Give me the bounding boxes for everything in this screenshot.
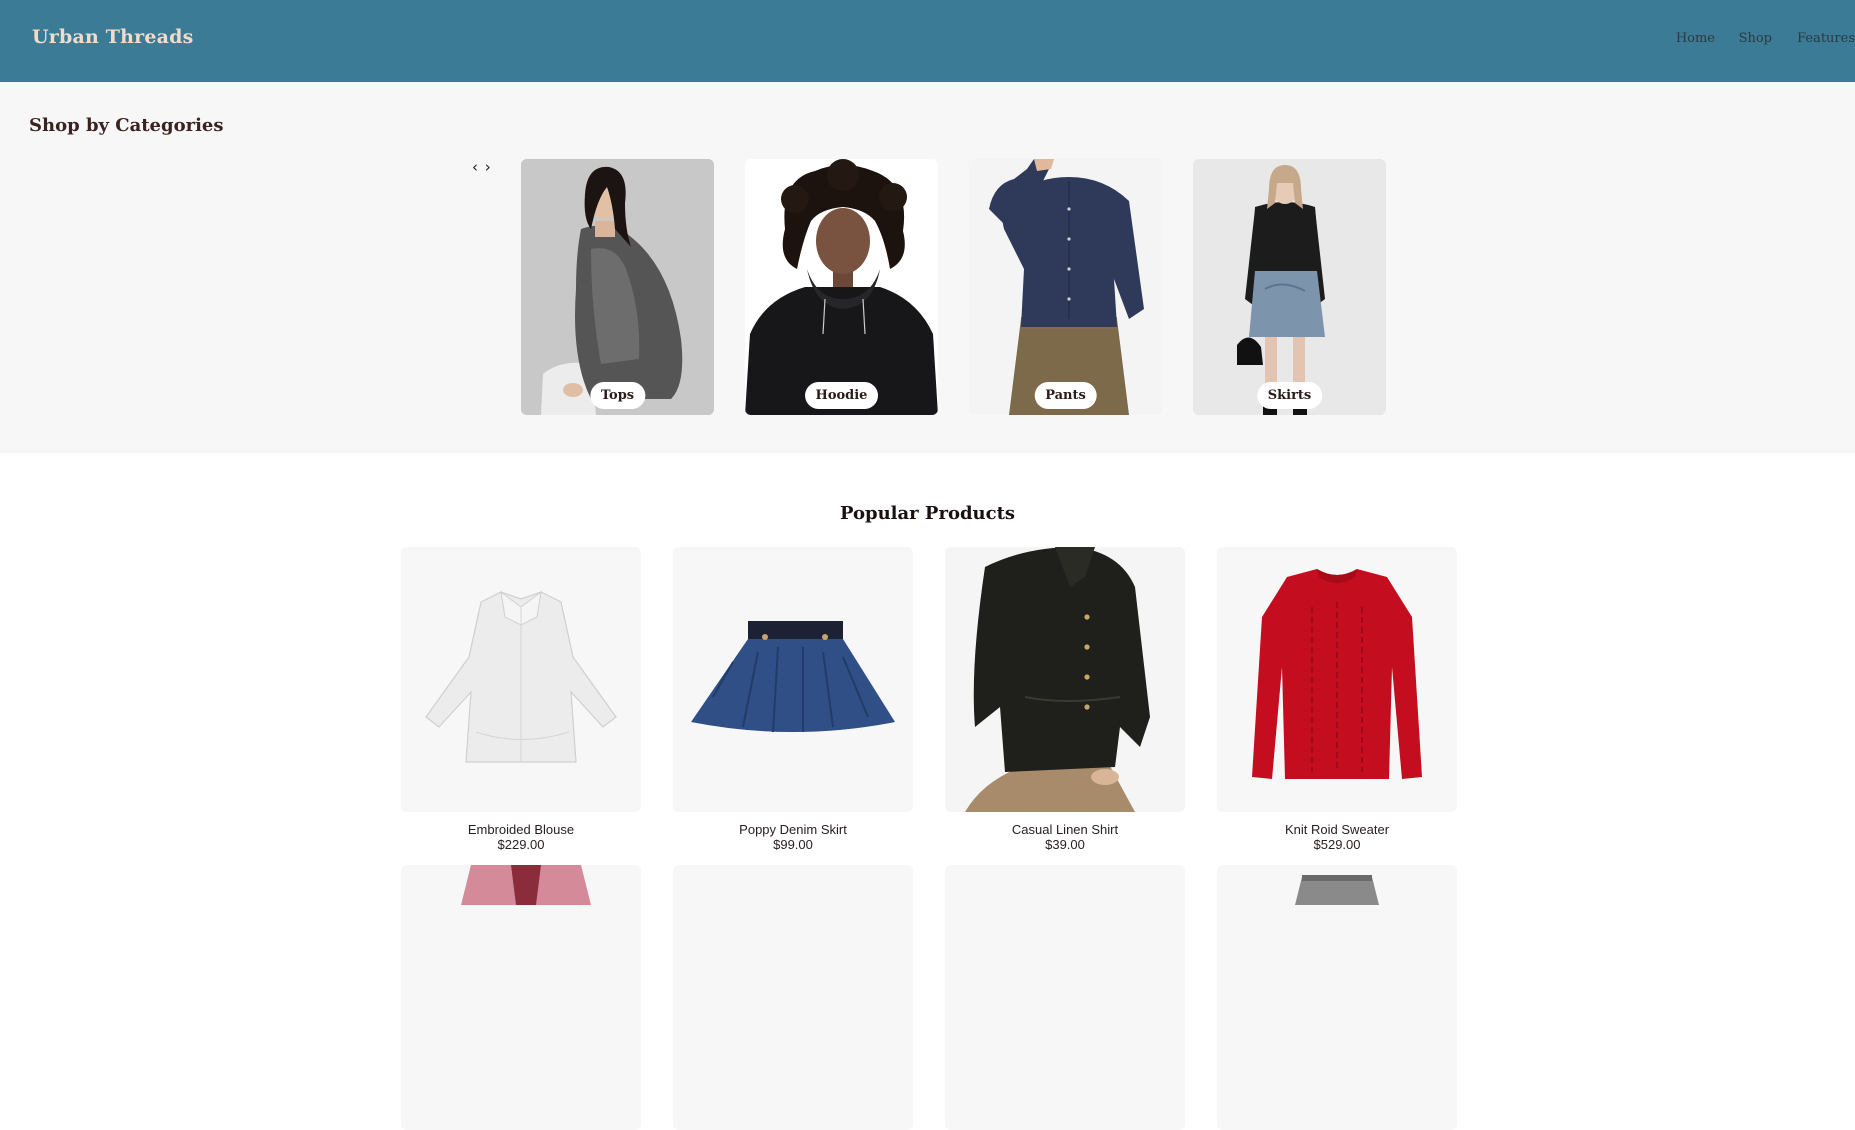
category-card-pants[interactable]: Pants [969,159,1162,415]
category-label-tops: Tops [589,382,646,409]
product-name[interactable]: Knit Roid Sweater [1217,822,1457,837]
product-card-row2-3[interactable] [945,865,1185,1130]
chevron-left-icon[interactable]: ‹ [472,158,479,176]
product-card-row2-1[interactable] [401,865,641,1130]
denim-skirt-image [673,547,913,812]
product-card-knit-roid-sweater[interactable] [1217,547,1457,812]
categories-section: Shop by Categories ‹ › Tops Hoodie Pants… [0,82,1855,453]
product-price: $529.00 [1313,837,1361,852]
category-card-hoodie[interactable]: Hoodie [745,159,938,415]
skirts-model-image [1193,159,1386,415]
category-label-hoodie: Hoodie [804,382,879,409]
product-price: $39.00 [1045,837,1085,852]
category-card-tops[interactable]: Tops [521,159,714,415]
nav-shop[interactable]: Shop [1739,31,1772,46]
product-name[interactable]: Casual Linen Shirt [945,822,1185,837]
tops-model-image [521,159,714,415]
categories-title: Shop by Categories [29,115,224,136]
carousel-controls: ‹ › [472,158,492,176]
pants-model-image [969,159,1162,415]
hoodie-model-image [745,159,938,415]
pink-coat-image [401,865,641,905]
nav-features[interactable]: Features [1797,31,1855,46]
popular-products-title: Popular Products [839,503,1016,524]
red-sweater-image [1217,547,1457,812]
category-card-skirts[interactable]: Skirts [1193,159,1386,415]
product-price: $99.00 [773,837,813,852]
brand-logo[interactable]: Urban Threads [32,26,194,48]
gray-skirt-image [1217,865,1457,905]
product-card-row2-2[interactable] [673,865,913,1130]
linen-shirt-image [945,547,1185,812]
nav-home[interactable]: Home [1676,31,1715,46]
product-price: $229.00 [497,837,545,852]
product-name[interactable]: Embroided Blouse [401,822,641,837]
product-card-poppy-denim-skirt[interactable] [673,547,913,812]
product-card-casual-linen-shirt[interactable] [945,547,1185,812]
category-label-skirts: Skirts [1256,382,1323,409]
chevron-right-icon[interactable]: › [485,158,492,176]
category-label-pants: Pants [1034,382,1097,409]
blouse-image [401,547,641,812]
site-header: Urban Threads Home Shop Features [0,0,1855,82]
product-name[interactable]: Poppy Denim Skirt [673,822,913,837]
product-card-row2-4[interactable] [1217,865,1457,1130]
product-card-embroided-blouse[interactable] [401,547,641,812]
